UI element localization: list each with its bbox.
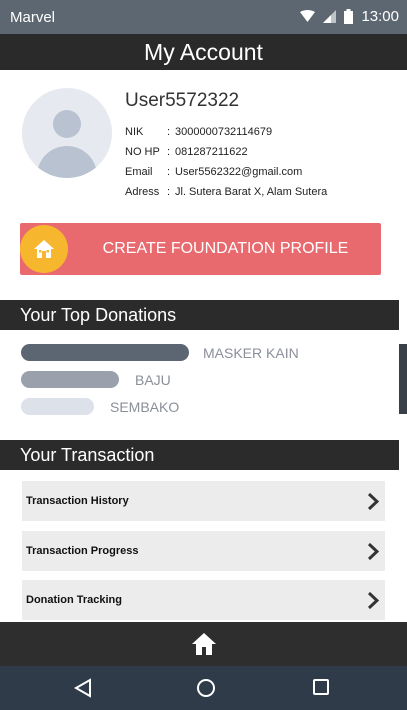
- donation-label: SEMBAKO: [110, 398, 180, 415]
- donation-item: MASKER KAIN: [21, 344, 299, 361]
- info-row-nik: NIK:3000000732114679: [125, 122, 327, 142]
- transaction-header: Your Transaction: [0, 440, 399, 470]
- username: User5572322: [125, 90, 240, 111]
- create-foundation-label: CREATE FOUNDATION PROFILE: [102, 240, 349, 257]
- donation-label: MASKER KAIN: [203, 344, 299, 361]
- info-value: Jl. Sutera Barat X, Alam Sutera: [175, 186, 328, 198]
- info-row-phone: NO HP:081287211622: [125, 142, 327, 162]
- transaction-progress-item[interactable]: Transaction Progress: [22, 531, 385, 571]
- donation-bar: [21, 371, 119, 388]
- info-key: NO HP: [125, 146, 160, 158]
- top-donations-header: Your Top Donations: [0, 300, 399, 330]
- home-icon[interactable]: [191, 632, 217, 656]
- bottom-navigation: [0, 622, 407, 666]
- donation-bar: [21, 344, 189, 361]
- info-key: NIK: [125, 126, 144, 138]
- transaction-history-item[interactable]: Transaction History: [22, 481, 385, 521]
- profile-info: NIK:3000000732114679 NO HP:081287211622 …: [125, 122, 327, 202]
- app-header: My Account: [0, 34, 407, 70]
- carrier-name: Marvel: [10, 9, 56, 26]
- recents-icon[interactable]: [312, 678, 330, 696]
- info-key: Email: [125, 166, 153, 178]
- transaction-item-label: Donation Tracking: [26, 594, 122, 606]
- info-value: 3000000732114679: [175, 126, 273, 138]
- avatar-head-shape: [53, 110, 81, 138]
- info-key: Adress: [125, 186, 160, 198]
- transaction-item-label: Transaction History: [26, 495, 129, 507]
- status-time: 13:00: [361, 8, 399, 25]
- wifi-icon: [300, 10, 316, 22]
- donation-item: SEMBAKO: [21, 398, 179, 415]
- donation-item: BAJU: [21, 371, 171, 388]
- info-value: User5562322@gmail.com: [175, 166, 303, 178]
- home-circle-icon[interactable]: [196, 678, 216, 698]
- avatar: [22, 88, 112, 178]
- status-icons: 13:00: [300, 8, 399, 25]
- info-row-address: Adress: Jl. Sutera Barat X, Alam Sutera: [125, 182, 327, 202]
- avatar-body-shape: [37, 146, 97, 178]
- page-title: My Account: [144, 39, 263, 65]
- create-foundation-profile-button[interactable]: CREATE FOUNDATION PROFILE: [20, 223, 381, 275]
- donation-label: BAJU: [135, 371, 171, 388]
- chevron-right-icon: [367, 493, 379, 510]
- signal-icon: [323, 10, 337, 23]
- android-navigation-bar: [0, 666, 407, 710]
- chevron-right-icon: [367, 543, 379, 560]
- section-title: Your Transaction: [20, 445, 155, 465]
- donation-bar: [21, 398, 94, 415]
- account-content[interactable]: User5572322 NIK:3000000732114679 NO HP:0…: [0, 70, 407, 622]
- info-row-email: Email: User5562322@gmail.com: [125, 162, 327, 182]
- chevron-right-icon: [367, 592, 379, 609]
- transaction-item-label: Transaction Progress: [26, 545, 139, 557]
- scrollbar-thumb[interactable]: [399, 344, 407, 414]
- battery-icon: [344, 9, 354, 24]
- status-bar: Marvel 13:00: [0, 0, 407, 34]
- foundation-badge: [20, 225, 68, 273]
- section-title: Your Top Donations: [20, 305, 177, 325]
- info-value: 081287211622: [175, 146, 248, 158]
- house-icon: [34, 240, 54, 258]
- back-icon[interactable]: [74, 678, 92, 698]
- donation-tracking-item[interactable]: Donation Tracking: [22, 580, 385, 620]
